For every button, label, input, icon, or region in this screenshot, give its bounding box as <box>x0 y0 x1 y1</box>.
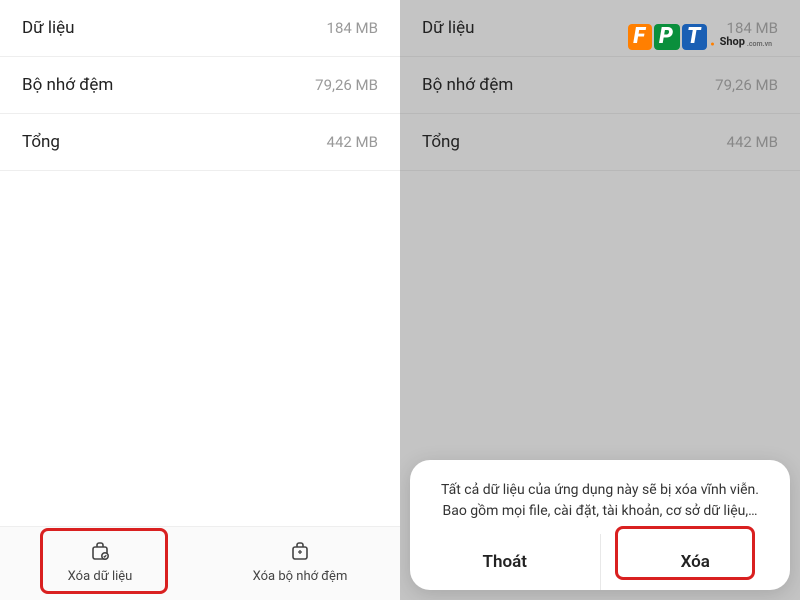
logo-dot-icon: ● <box>710 40 714 48</box>
storage-cache-label: Bộ nhớ đệm <box>22 75 113 95</box>
trash-cache-icon <box>288 539 312 563</box>
highlight-box <box>615 526 755 580</box>
storage-cache-label: Bộ nhớ đệm <box>422 75 513 95</box>
storage-list: Dữ liệu 184 MB Bộ nhớ đệm 79,26 MB Tổng … <box>0 0 400 171</box>
screenshot-right: Dữ liệu 184 MB Bộ nhớ đệm 79,26 MB Tổng … <box>400 0 800 600</box>
logo-shop-text: Shop <box>720 35 745 48</box>
highlight-box <box>40 528 168 594</box>
storage-data-label: Dữ liệu <box>422 18 475 38</box>
dialog-message: Tất cả dữ liệu của ứng dụng này sẽ bị xó… <box>432 480 768 522</box>
storage-data-value: 184 MB <box>327 19 378 37</box>
screenshot-left: Dữ liệu 184 MB Bộ nhớ đệm 79,26 MB Tổng … <box>0 0 400 600</box>
storage-total-label: Tổng <box>22 132 60 152</box>
dialog-cancel-button[interactable]: Thoát <box>410 534 600 590</box>
storage-total-label: Tổng <box>422 132 460 152</box>
storage-row-data[interactable]: Dữ liệu 184 MB <box>0 0 400 57</box>
storage-data-label: Dữ liệu <box>22 18 75 38</box>
storage-row-cache[interactable]: Bộ nhớ đệm 79,26 MB <box>0 57 400 114</box>
logo-letter-p: P <box>654 24 680 50</box>
logo-letter-f: F <box>628 24 652 50</box>
storage-row-total[interactable]: Tổng 442 MB <box>0 114 400 171</box>
fpt-shop-logo: F P T ● Shop .com.vn <box>628 24 772 50</box>
storage-total-value: 442 MB <box>327 133 378 151</box>
storage-cache-value: 79,26 MB <box>715 76 778 94</box>
clear-cache-button[interactable]: Xóa bộ nhớ đệm <box>200 527 400 600</box>
storage-cache-value: 79,26 MB <box>315 76 378 94</box>
logo-domain-text: .com.vn <box>747 40 772 48</box>
logo-letter-t: T <box>682 24 707 50</box>
storage-row-total[interactable]: Tổng 442 MB <box>400 114 800 171</box>
clear-cache-label: Xóa bộ nhớ đệm <box>253 569 348 584</box>
storage-row-cache[interactable]: Bộ nhớ đệm 79,26 MB <box>400 57 800 114</box>
storage-total-value: 442 MB <box>727 133 778 151</box>
